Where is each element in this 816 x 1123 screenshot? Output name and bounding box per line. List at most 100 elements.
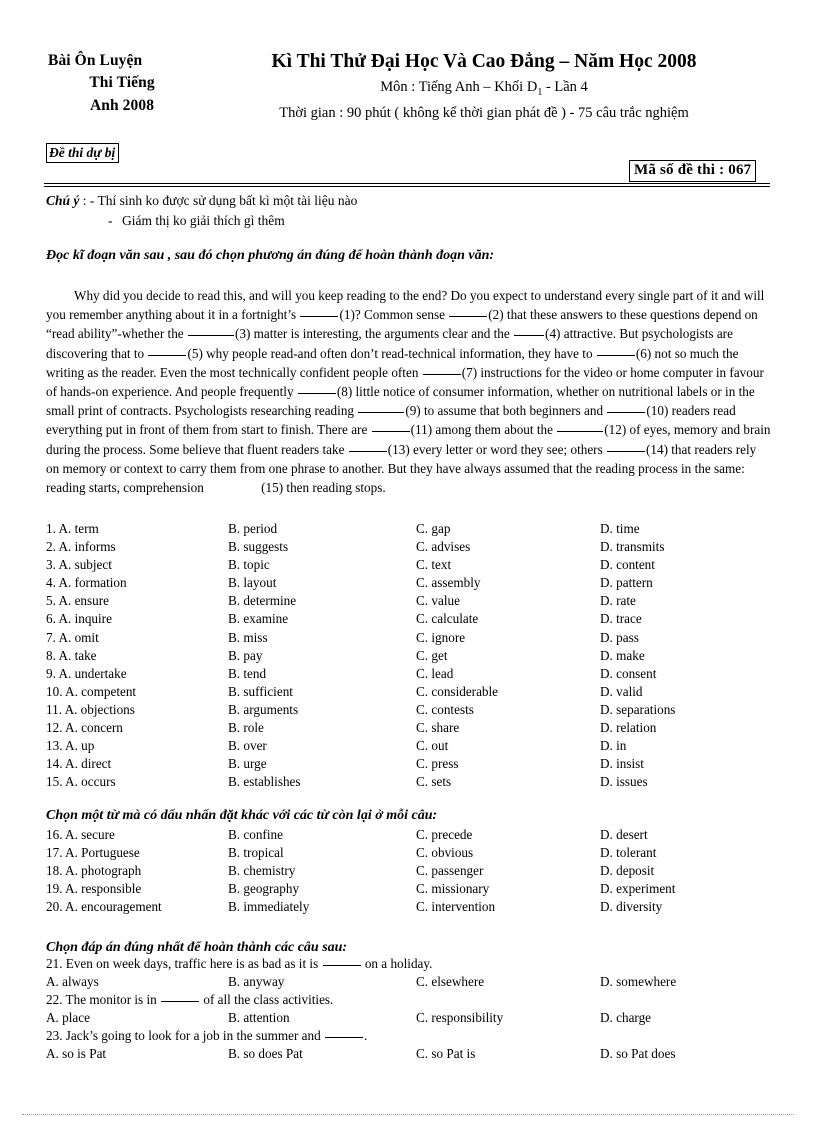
stress-option-c[interactable]: C. intervention	[416, 898, 495, 916]
stress-option-d[interactable]: D. desert	[600, 826, 648, 844]
cloze-option-b[interactable]: B. role	[228, 719, 264, 737]
sentence-option-c[interactable]: C. elsewhere	[416, 973, 484, 991]
cloze-option-c[interactable]: C. sets	[416, 773, 451, 791]
stress-option-d[interactable]: D. tolerant	[600, 844, 656, 862]
cloze-option-d[interactable]: D. transmits	[600, 538, 664, 556]
cloze-option-b[interactable]: B. layout	[228, 574, 276, 592]
stress-option-b[interactable]: B. immediately	[228, 898, 309, 916]
cloze-option-b[interactable]: B. establishes	[228, 773, 301, 791]
cloze-option-b[interactable]: B. over	[228, 737, 267, 755]
cloze-option-b[interactable]: B. suggests	[228, 538, 288, 556]
cloze-option-a[interactable]: 12. A. concern	[46, 719, 123, 737]
sentence-option-b[interactable]: B. anyway	[228, 973, 284, 991]
exam-subject-suffix: - Lần 4	[542, 79, 588, 96]
cloze-option-d[interactable]: D. trace	[600, 610, 642, 628]
cloze-option-a[interactable]: 11. A. objections	[46, 701, 135, 719]
cloze-option-d[interactable]: D. make	[600, 647, 645, 665]
cloze-option-c[interactable]: C. contests	[416, 701, 474, 719]
sentence-option-b[interactable]: B. attention	[228, 1009, 290, 1027]
cloze-option-a[interactable]: 7. A. omit	[46, 629, 99, 647]
cloze-option-c[interactable]: C. value	[416, 592, 460, 610]
cloze-option-d[interactable]: D. in	[600, 737, 626, 755]
stress-option-d[interactable]: D. deposit	[600, 862, 654, 880]
cloze-option-b[interactable]: B. determine	[228, 592, 296, 610]
sentence-option-b[interactable]: B. so does Pat	[228, 1045, 303, 1063]
cloze-option-d[interactable]: D. separations	[600, 701, 675, 719]
cloze-option-d[interactable]: D. pass	[600, 629, 639, 647]
stress-option-b[interactable]: B. geography	[228, 880, 299, 898]
stress-option-a[interactable]: 20. A. encouragement	[46, 898, 162, 916]
sentence-option-a[interactable]: A. place	[46, 1009, 90, 1027]
cloze-option-d[interactable]: D. consent	[600, 665, 656, 683]
cloze-option-a[interactable]: 5. A. ensure	[46, 592, 109, 610]
cloze-options-list: 1. A. term B. period C. gap D. time 2. A. in…	[46, 520, 772, 791]
cloze-option-a[interactable]: 15. A. occurs	[46, 773, 116, 791]
cloze-option-a[interactable]: 6. A. inquire	[46, 610, 112, 628]
cloze-option-b[interactable]: B. arguments	[228, 701, 298, 719]
sentence-option-a[interactable]: A. always	[46, 973, 99, 991]
cloze-option-d[interactable]: D. content	[600, 556, 655, 574]
cloze-option-b[interactable]: B. pay	[228, 647, 262, 665]
sentence-question-stem: 23. Jack’s going to look for a job in th…	[46, 1027, 772, 1045]
cloze-option-c[interactable]: C. get	[416, 647, 448, 665]
stress-option-c[interactable]: C. passenger	[416, 862, 483, 880]
cloze-option-c[interactable]: C. share	[416, 719, 459, 737]
sentence-option-d[interactable]: D. charge	[600, 1009, 651, 1027]
cloze-option-c[interactable]: C. press	[416, 755, 459, 773]
stress-option-d[interactable]: D. diversity	[600, 898, 662, 916]
cloze-option-a[interactable]: 10. A. competent	[46, 683, 136, 701]
answer-blank	[161, 1001, 200, 1003]
stress-option-c[interactable]: C. missionary	[416, 880, 489, 898]
stress-option-a[interactable]: 18. A. photograph	[46, 862, 141, 880]
cloze-option-c[interactable]: C. considerable	[416, 683, 498, 701]
stress-option-b[interactable]: B. tropical	[228, 844, 284, 862]
cloze-option-a[interactable]: 1. A. term	[46, 520, 99, 538]
cloze-option-c[interactable]: C. out	[416, 737, 448, 755]
sentence-option-d[interactable]: D. somewhere	[600, 973, 676, 991]
cloze-option-a[interactable]: 8. A. take	[46, 647, 97, 665]
stress-option-c[interactable]: C. precede	[416, 826, 472, 844]
cloze-option-c[interactable]: C. gap	[416, 520, 450, 538]
stress-option-d[interactable]: D. experiment	[600, 880, 675, 898]
sentence-option-c[interactable]: C. responsibility	[416, 1009, 503, 1027]
cloze-option-c[interactable]: C. calculate	[416, 610, 478, 628]
cloze-option-a[interactable]: 9. A. undertake	[46, 665, 127, 683]
cloze-option-b[interactable]: B. period	[228, 520, 277, 538]
publisher-line-2: Thi Tiếng	[89, 74, 155, 92]
passage-seg-12: (11) among them about the	[410, 422, 557, 438]
cloze-option-d[interactable]: D. relation	[600, 719, 656, 737]
cloze-option-c[interactable]: C. advises	[416, 538, 470, 556]
cloze-option-b[interactable]: B. tend	[228, 665, 266, 683]
stress-option-a[interactable]: 17. A. Portuguese	[46, 844, 140, 862]
cloze-option-c[interactable]: C. text	[416, 556, 451, 574]
cloze-option-b[interactable]: B. miss	[228, 629, 268, 647]
cloze-option-b[interactable]: B. sufficient	[228, 683, 293, 701]
cloze-option-c[interactable]: C. lead	[416, 665, 453, 683]
cloze-option-a[interactable]: 13. A. up	[46, 737, 94, 755]
cloze-option-c[interactable]: C. ignore	[416, 629, 465, 647]
stress-option-c[interactable]: C. obvious	[416, 844, 473, 862]
sentence-option-d[interactable]: D. so Pat does	[600, 1045, 675, 1063]
stress-option-b[interactable]: B. chemistry	[228, 862, 295, 880]
cloze-option-d[interactable]: D. valid	[600, 683, 643, 701]
stress-option-a[interactable]: 19. A. responsible	[46, 880, 141, 898]
cloze-option-a[interactable]: 2. A. informs	[46, 538, 116, 556]
cloze-option-d[interactable]: D. issues	[600, 773, 648, 791]
note-line-2: - Giám thị ko giải thích gì thêm	[108, 211, 770, 231]
cloze-option-a[interactable]: 14. A. direct	[46, 755, 111, 773]
cloze-option-d[interactable]: D. time	[600, 520, 640, 538]
blank-6	[596, 354, 635, 356]
cloze-option-c[interactable]: C. assembly	[416, 574, 480, 592]
cloze-option-d[interactable]: D. pattern	[600, 574, 653, 592]
cloze-option-b[interactable]: B. examine	[228, 610, 288, 628]
cloze-option-b[interactable]: B. topic	[228, 556, 270, 574]
cloze-option-b[interactable]: B. urge	[228, 755, 267, 773]
sentence-option-c[interactable]: C. so Pat is	[416, 1045, 475, 1063]
cloze-option-a[interactable]: 4. A. formation	[46, 574, 127, 592]
cloze-option-d[interactable]: D. insist	[600, 755, 644, 773]
stress-option-a[interactable]: 16. A. secure	[46, 826, 115, 844]
cloze-option-a[interactable]: 3. A. subject	[46, 556, 112, 574]
stress-option-b[interactable]: B. confine	[228, 826, 283, 844]
sentence-option-a[interactable]: A. so is Pat	[46, 1045, 106, 1063]
cloze-option-d[interactable]: D. rate	[600, 592, 636, 610]
